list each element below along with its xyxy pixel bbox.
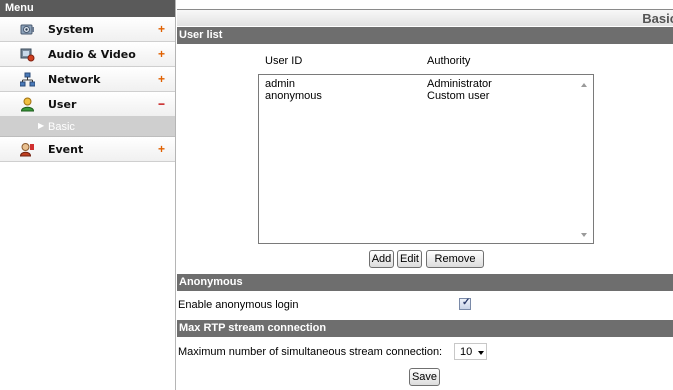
checkmark-icon: ✓ (462, 297, 471, 308)
audio-video-icon (20, 47, 35, 62)
collapse-icon[interactable]: − (158, 97, 165, 111)
expand-icon[interactable]: + (158, 47, 165, 61)
event-icon (19, 142, 35, 157)
network-icon (19, 72, 36, 87)
add-user-button[interactable]: Add (369, 250, 394, 268)
scroll-up-icon[interactable] (581, 83, 587, 87)
sidebar-item-user[interactable]: User − (0, 92, 175, 117)
list-scrollbar[interactable] (577, 75, 593, 243)
user-id: admin (265, 78, 295, 90)
user-id: anonymous (265, 90, 322, 102)
expand-icon[interactable]: + (158, 22, 165, 36)
expand-icon[interactable]: + (158, 72, 165, 86)
sidebar: Menu System + Audio & Video + Network + … (0, 0, 176, 390)
anonymous-login-label: Enable anonymous login (178, 299, 299, 311)
list-item[interactable]: admin Administrator (259, 78, 579, 90)
sidebar-subitem-label: Basic (48, 121, 75, 133)
edit-user-button[interactable]: Edit (397, 250, 422, 268)
page-title-bar: Basic (177, 9, 673, 26)
scroll-down-icon[interactable] (581, 233, 587, 237)
anonymous-login-checkbox[interactable]: ✓ (459, 297, 471, 310)
sidebar-item-label: System (48, 23, 94, 36)
max-stream-label: Maximum number of simultaneous stream co… (178, 346, 443, 358)
sidebar-item-label: Network (48, 73, 101, 86)
user-icon (20, 97, 35, 112)
section-header-user-list: User list (177, 27, 673, 44)
user-authority: Administrator (427, 78, 492, 90)
main-content: Basic User list User ID Authority admin … (177, 0, 673, 390)
sidebar-item-label: Event (48, 143, 84, 156)
system-icon (20, 22, 35, 37)
menu-header: Menu (0, 0, 175, 17)
section-header-anonymous: Anonymous (177, 274, 673, 291)
sidebar-item-system[interactable]: System + (0, 17, 175, 42)
sidebar-item-label: Audio & Video (48, 48, 136, 61)
expand-icon[interactable]: + (158, 142, 165, 156)
column-header-authority: Authority (427, 55, 471, 67)
sidebar-item-label: User (48, 98, 77, 111)
section-header-max-rtp: Max RTP stream connection (177, 320, 673, 337)
max-stream-value: 10 (460, 346, 473, 358)
chevron-right-icon: ▶ (38, 121, 45, 130)
sidebar-item-audio-video[interactable]: Audio & Video + (0, 42, 175, 67)
chevron-down-icon (478, 351, 484, 355)
user-authority: Custom user (427, 90, 490, 102)
save-button[interactable]: Save (409, 368, 440, 386)
remove-user-button[interactable]: Remove (426, 250, 484, 268)
user-list-box[interactable]: admin Administrator anonymous Custom use… (258, 74, 594, 244)
column-header-user-id: User ID (265, 55, 303, 67)
page-title: Basic (642, 11, 673, 26)
sidebar-subitem-basic[interactable]: ▶ Basic (0, 117, 175, 137)
sidebar-item-event[interactable]: Event + (0, 137, 175, 162)
sidebar-item-network[interactable]: Network + (0, 67, 175, 92)
list-item[interactable]: anonymous Custom user (259, 90, 579, 102)
max-stream-select[interactable]: 10 (454, 343, 487, 360)
